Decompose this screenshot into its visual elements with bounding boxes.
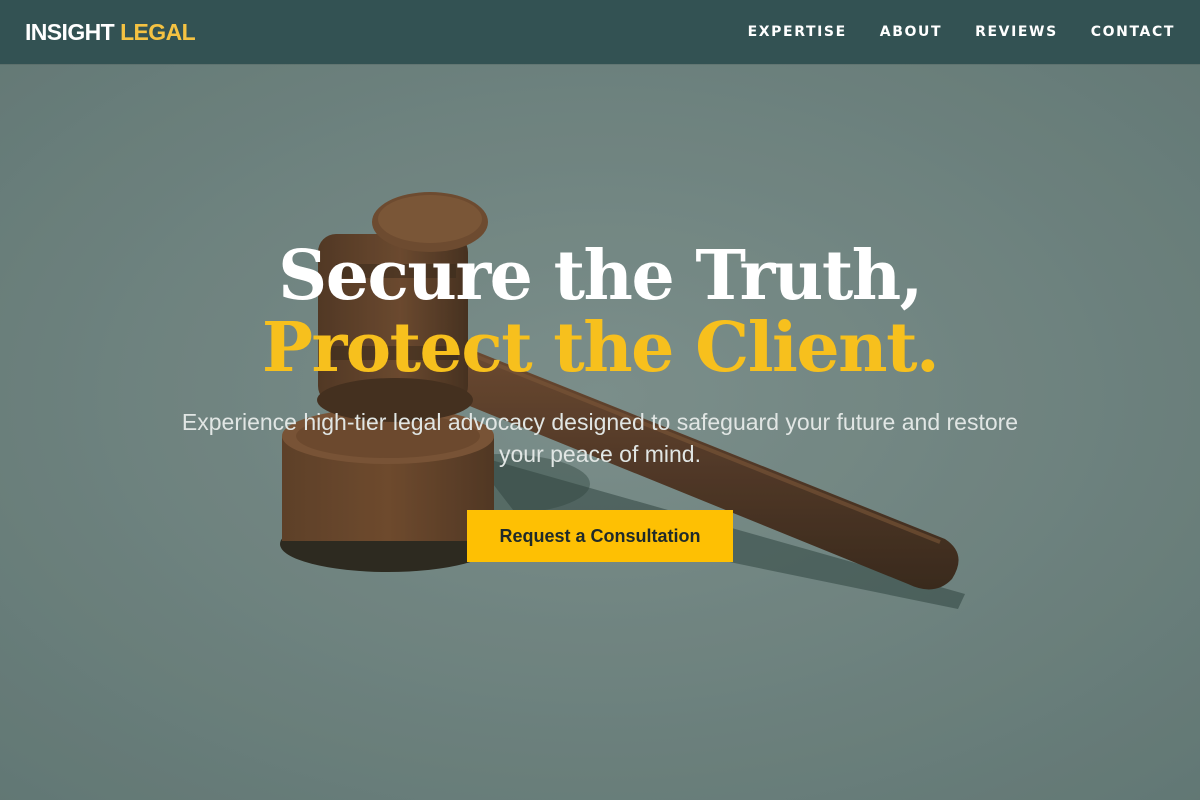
nav-link-expertise[interactable]: EXPERTISE — [748, 24, 847, 40]
hero-headline-line2: Protect the Client. — [261, 308, 940, 388]
hero-headline-line1: Secure the Truth, — [278, 236, 923, 316]
top-navbar: INSIGHT LEGAL EXPERTISE ABOUT REVIEWS CO… — [0, 0, 1200, 64]
hero-content: Secure the Truth, Protect the Client. Ex… — [0, 64, 1200, 800]
nav-link-reviews[interactable]: REVIEWS — [975, 24, 1058, 40]
request-consultation-button[interactable]: Request a Consultation — [467, 510, 733, 562]
hero-section: Secure the Truth, Protect the Client. Ex… — [0, 64, 1200, 800]
main-nav: EXPERTISE ABOUT REVIEWS CONTACT — [748, 24, 1175, 40]
brand-name-insight: INSIGHT — [25, 18, 115, 45]
nav-link-contact[interactable]: CONTACT — [1091, 24, 1175, 40]
brand-name-legal: LEGAL — [120, 18, 196, 45]
nav-link-about[interactable]: ABOUT — [880, 24, 942, 40]
hero-subtext: Experience high-tier legal advocacy desi… — [181, 409, 1019, 467]
brand-logo[interactable]: INSIGHT LEGAL — [25, 18, 196, 46]
